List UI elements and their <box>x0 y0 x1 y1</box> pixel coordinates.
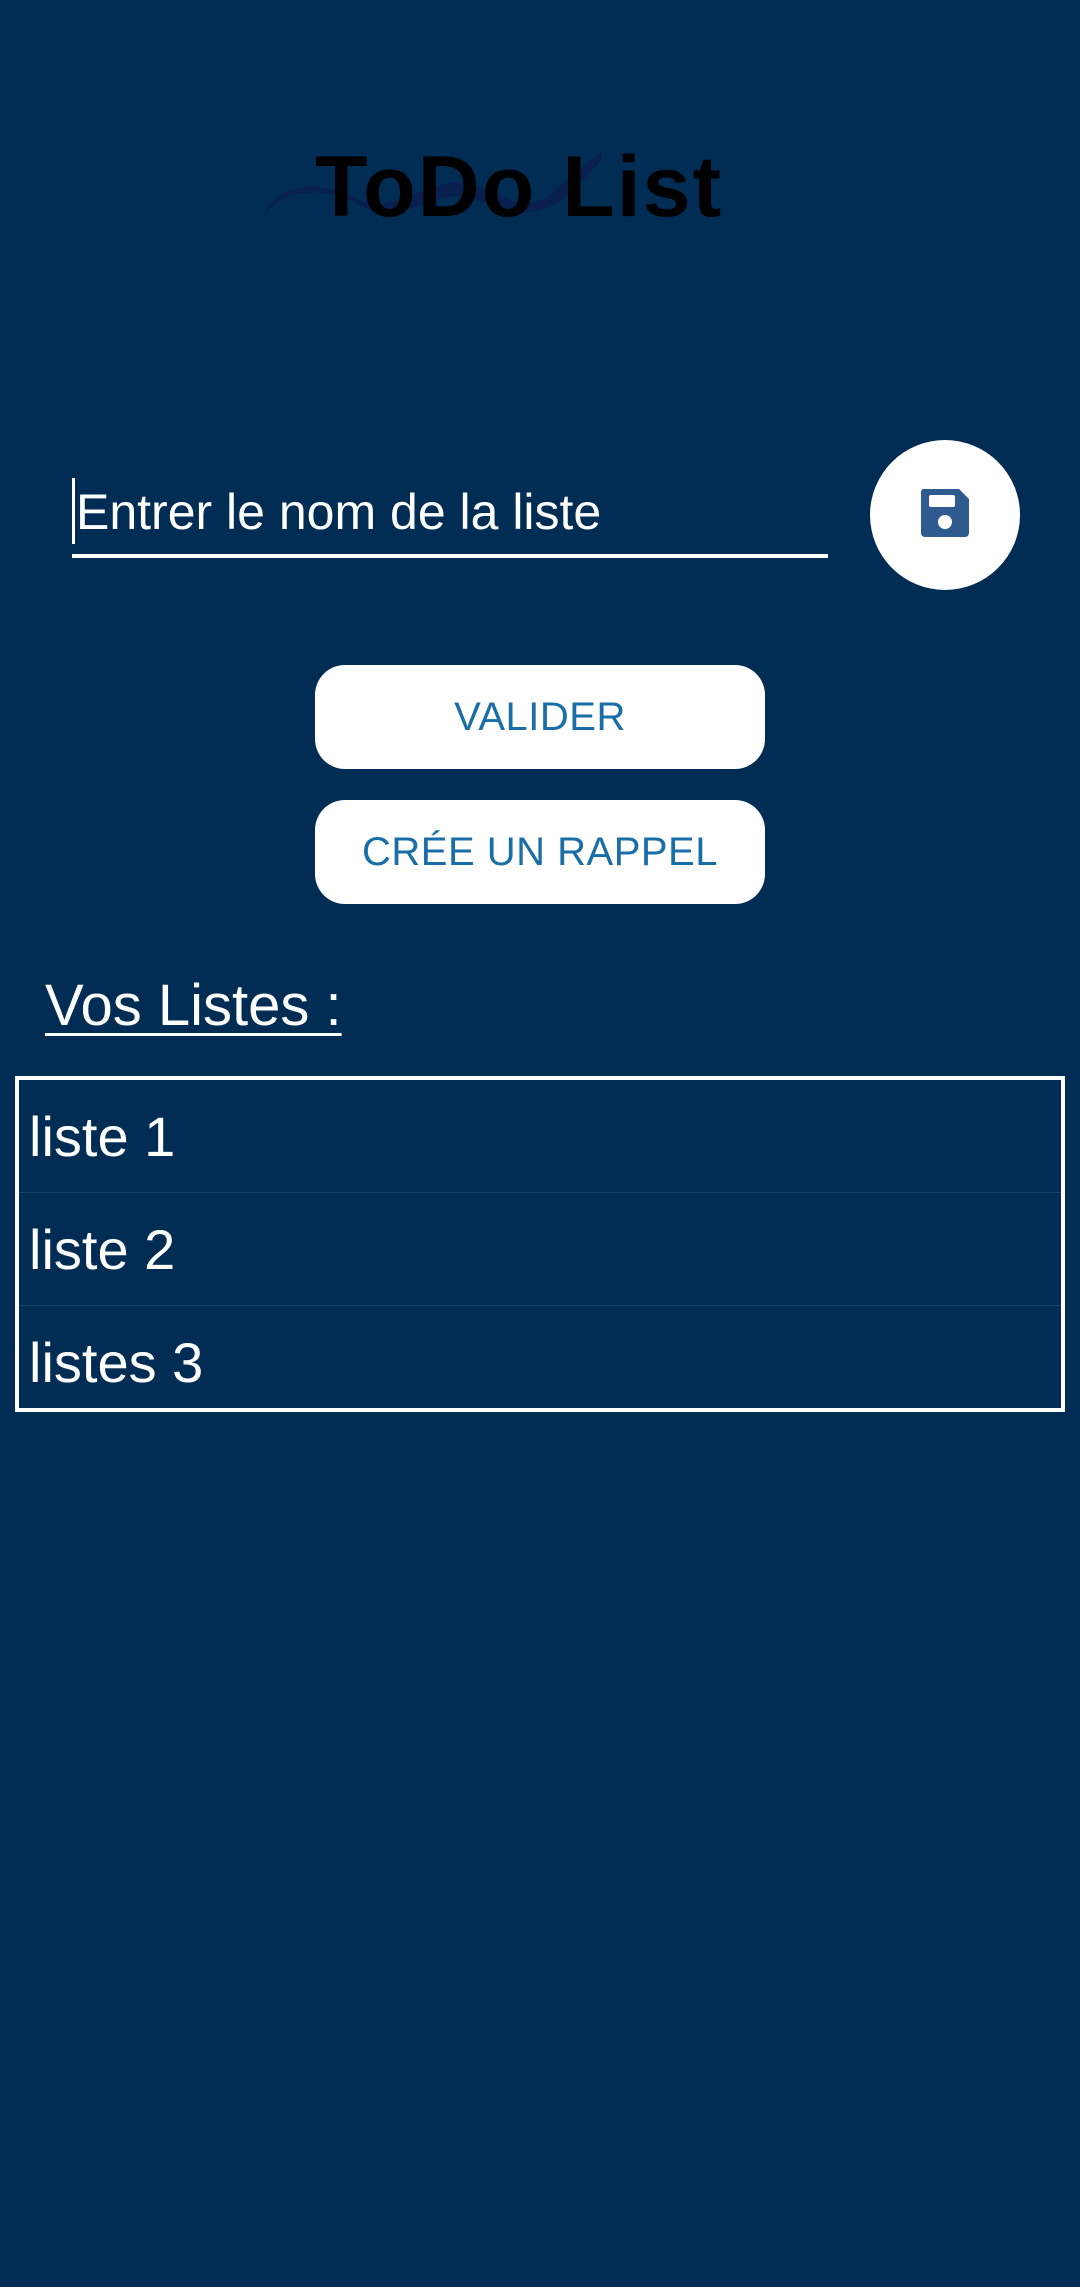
list-item-label: liste 2 <box>29 1217 176 1281</box>
validate-button-label: VALIDER <box>454 694 626 739</box>
lists-container: liste 1 liste 2 listes 3 <box>15 1076 1065 1412</box>
create-reminder-button[interactable]: CRÉE UN RAPPEL <box>315 800 765 904</box>
app-logo: ToDo List <box>255 128 775 248</box>
svg-text:ToDo List: ToDo List <box>315 139 723 235</box>
list-item[interactable]: listes 3 <box>19 1306 1061 1419</box>
create-reminder-button-label: CRÉE UN RAPPEL <box>362 829 718 874</box>
save-button[interactable] <box>870 440 1020 590</box>
validate-button[interactable]: VALIDER <box>315 665 765 769</box>
list-item-label: liste 1 <box>29 1104 176 1168</box>
save-icon <box>917 485 973 546</box>
list-item-label: listes 3 <box>29 1331 204 1394</box>
lists-section-title: Vos Listes : <box>45 973 342 1038</box>
list-item[interactable]: liste 1 <box>19 1080 1061 1193</box>
text-caret <box>72 478 75 544</box>
list-item[interactable]: liste 2 <box>19 1193 1061 1306</box>
list-name-input[interactable] <box>72 470 828 558</box>
list-name-field-wrapper <box>72 470 828 564</box>
